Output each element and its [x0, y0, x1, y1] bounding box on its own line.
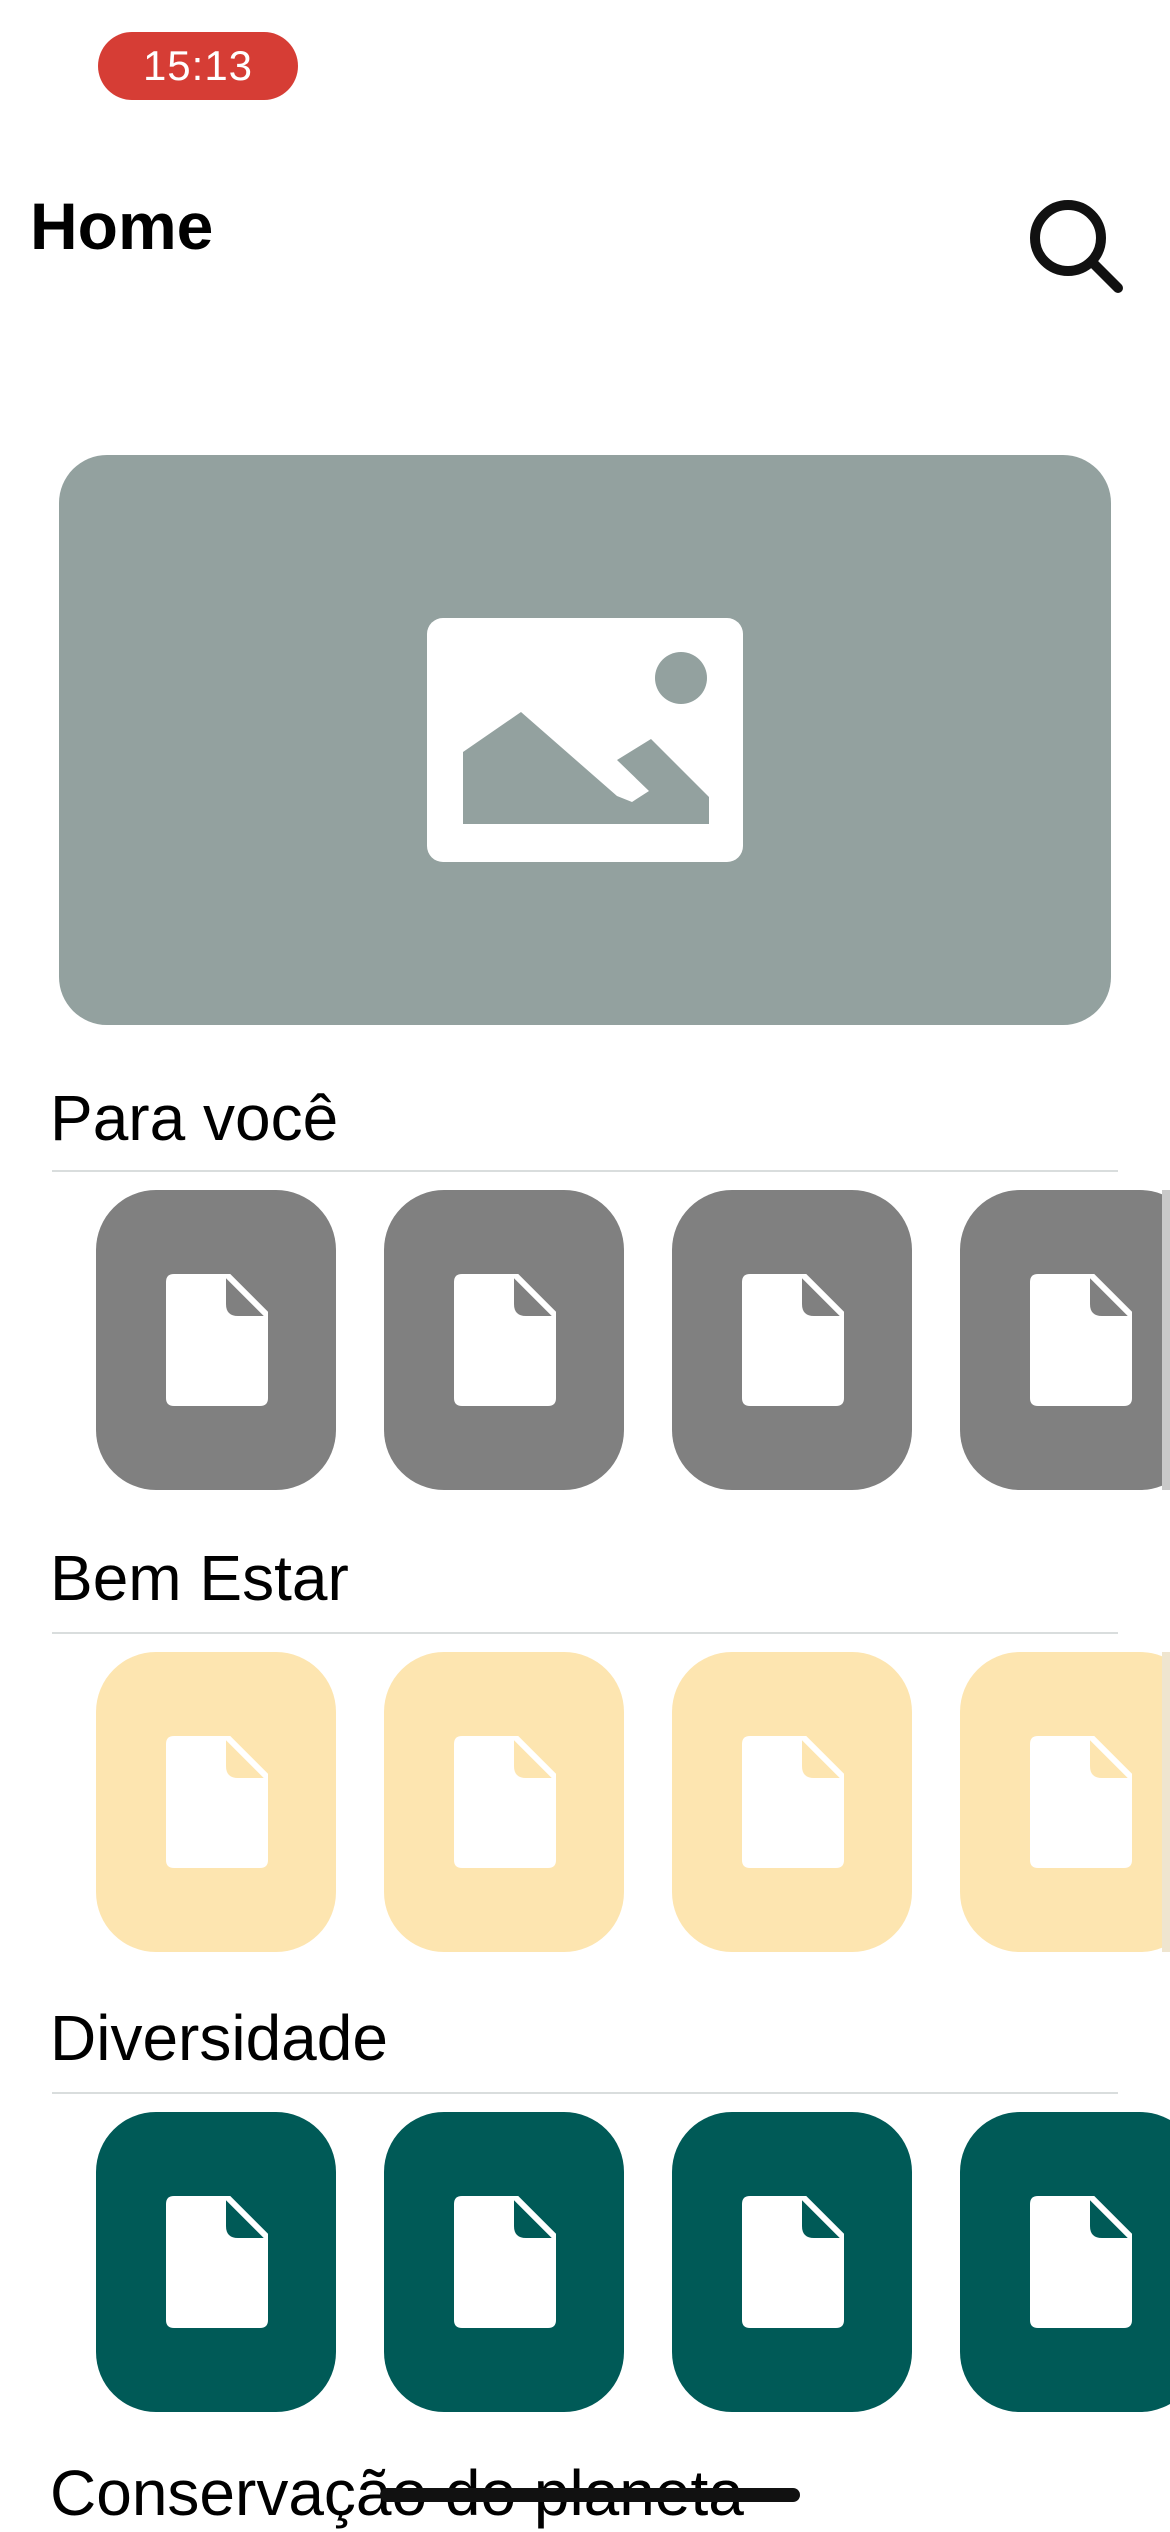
search-icon	[1030, 200, 1123, 293]
status-time-pill: 15:13	[98, 32, 298, 100]
content-row-para-voce[interactable]	[0, 1190, 1170, 1490]
content-row-diversidade[interactable]	[0, 2112, 1170, 2412]
image-placeholder-icon	[427, 618, 743, 862]
section-divider	[52, 1170, 1118, 1172]
section-title-bem-estar: Bem Estar	[50, 1542, 349, 1614]
section-divider	[52, 1632, 1118, 1634]
home-screen: 15:13 Home Para você Bem Estar Diversida…	[0, 0, 1170, 2532]
section-title-para-voce: Para você	[50, 1082, 339, 1154]
document-icon	[1030, 1736, 1132, 1868]
document-icon	[454, 2196, 556, 2328]
document-icon	[454, 1736, 556, 1868]
section-divider	[52, 2092, 1118, 2094]
content-card[interactable]	[672, 1190, 912, 1490]
content-row-bem-estar[interactable]	[0, 1652, 1170, 1952]
section-title-diversidade: Diversidade	[50, 2002, 388, 2074]
document-icon	[1030, 1274, 1132, 1406]
search-button[interactable]	[1020, 190, 1130, 300]
document-icon	[166, 1274, 268, 1406]
document-icon	[742, 1736, 844, 1868]
content-card[interactable]	[96, 1652, 336, 1952]
document-icon	[454, 1274, 556, 1406]
content-card[interactable]	[960, 1190, 1170, 1490]
content-card[interactable]	[384, 1190, 624, 1490]
horizontal-scroll-edge	[1162, 1652, 1170, 1952]
content-card[interactable]	[960, 2112, 1170, 2412]
horizontal-scroll-edge	[1162, 1190, 1170, 1490]
content-card[interactable]	[384, 1652, 624, 1952]
document-icon	[742, 2196, 844, 2328]
content-card[interactable]	[96, 1190, 336, 1490]
content-card[interactable]	[96, 2112, 336, 2412]
document-icon	[742, 1274, 844, 1406]
hero-banner[interactable]	[59, 455, 1111, 1025]
document-icon	[166, 2196, 268, 2328]
content-card[interactable]	[384, 2112, 624, 2412]
content-card[interactable]	[960, 1652, 1170, 1952]
content-card[interactable]	[672, 1652, 912, 1952]
content-card[interactable]	[672, 2112, 912, 2412]
document-icon	[1030, 2196, 1132, 2328]
document-icon	[166, 1736, 268, 1868]
home-indicator[interactable]	[380, 2488, 800, 2502]
page-title: Home	[30, 189, 214, 263]
